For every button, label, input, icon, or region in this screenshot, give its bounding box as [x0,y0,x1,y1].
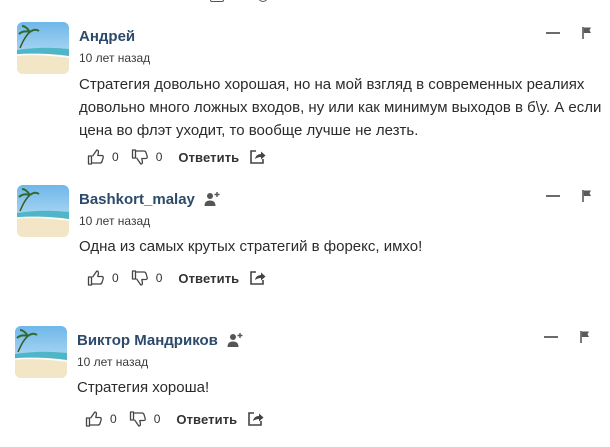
thumbs-up-icon[interactable] [85,410,103,428]
add-user-icon[interactable] [203,190,221,208]
author-name[interactable]: Виктор Мандриков [77,332,218,349]
thumbs-down-icon[interactable] [129,410,147,428]
avatar[interactable] [17,22,69,74]
dislike-count: 0 [155,150,163,164]
previous-actions-clipped [206,0,286,2]
thumbs-down-icon[interactable] [131,148,149,166]
reply-button[interactable]: Ответить [178,271,239,286]
thumbs-down-icon[interactable] [131,269,149,287]
beach-avatar-icon [17,22,69,74]
reply-button[interactable]: Ответить [178,150,239,165]
comment-text: Стратегия довольно хорошая, но на мой вз… [79,76,602,139]
flag-icon[interactable] [580,26,594,40]
comment-text: Одна из самых крутых стратегий в форекс,… [79,238,423,255]
like-count: 0 [112,271,119,285]
minimize-icon[interactable] [544,336,558,338]
share-icon[interactable] [249,269,267,287]
reply-button[interactable]: Ответить [176,412,237,427]
minimize-icon[interactable] [546,32,560,34]
beach-avatar-icon [15,326,67,378]
avatar[interactable] [15,326,67,378]
flag-icon[interactable] [580,189,594,203]
share-icon[interactable] [247,410,265,428]
comment-time[interactable]: 10 лет назад [79,51,150,65]
dislike-count: 0 [153,412,161,426]
comment-text: Стратегия хороша! [77,379,210,396]
thumbs-up-icon[interactable] [87,148,105,166]
share-icon[interactable] [249,148,267,166]
add-user-icon[interactable] [226,331,244,349]
comment-time[interactable]: 10 лет назад [79,214,150,228]
minimize-icon[interactable] [546,195,560,197]
avatar[interactable] [17,185,69,237]
author-name[interactable]: Bashkort_malay [79,191,195,208]
author-name[interactable]: Андрей [79,28,135,45]
dislike-count: 0 [155,271,163,285]
like-count: 0 [110,412,117,426]
flag-icon[interactable] [578,330,592,344]
beach-avatar-icon [17,185,69,237]
like-count: 0 [112,150,119,164]
comment-time[interactable]: 10 лет назад [77,355,148,369]
thumbs-up-icon[interactable] [87,269,105,287]
